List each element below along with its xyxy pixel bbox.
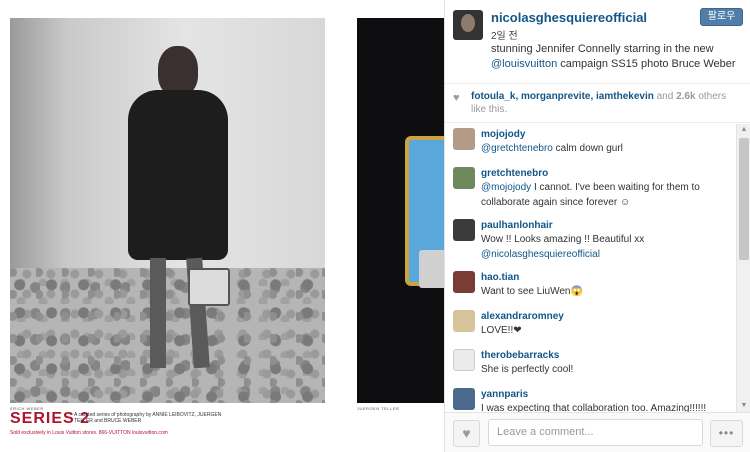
photographer-caption-right: JUERGEN TELLER — [357, 406, 400, 411]
comment-text: LOVE!!❤ — [481, 325, 522, 336]
commenter-avatar[interactable] — [453, 219, 475, 241]
comment-item: paulhanlonhair Wow !! Looks amazing !! B… — [445, 215, 735, 262]
likes-summary: ♥ fotoula_k, morganprevite, iamthekevin … — [445, 83, 750, 123]
comment-item: hao.tian Want to see LiuWen😱 — [445, 267, 735, 301]
comment-mention[interactable]: @nicolasghesquiereofficial — [481, 249, 600, 260]
commenter-username[interactable]: gretchtenebro — [481, 163, 735, 180]
comment-item: alexandraromney LOVE!!❤ — [445, 306, 735, 340]
caption-text: stunning Jennifer Connelly starring in t… — [491, 43, 714, 55]
series-footer: Sold exclusively in Louis Vuitton stores… — [10, 430, 168, 436]
post-side-panel: nicolasghesquiereofficial 팔로우 2일 전 stunn… — [444, 0, 750, 452]
scroll-up-arrow-icon[interactable]: ▲ — [737, 124, 750, 136]
more-options-button[interactable]: ••• — [710, 420, 743, 447]
comments-list[interactable]: mojojody @gretchtenebro calm down gurl g… — [445, 124, 735, 412]
comment-text: Want to see LiuWen😱 — [481, 286, 583, 297]
clutch-detail — [419, 250, 444, 288]
scroll-thumb[interactable] — [739, 138, 749, 260]
commenter-username[interactable]: therobebarracks — [481, 345, 735, 362]
likes-count[interactable]: 2.6k — [676, 91, 695, 102]
comment-text: @gretchtenebro calm down gurl — [481, 141, 735, 156]
comment-item: therobebarracks She is perfectly cool! — [445, 345, 735, 379]
ad-photo-left — [10, 18, 325, 403]
likes-and: and — [653, 91, 677, 102]
follow-button[interactable]: 팔로우 — [700, 8, 743, 26]
model-dress — [128, 90, 228, 260]
commenter-username[interactable]: paulhanlonhair — [481, 215, 735, 232]
comment-item: mojojody @gretchtenebro calm down gurl — [445, 124, 735, 158]
post-timestamp[interactable]: 2일 전 — [491, 27, 518, 42]
commenter-username[interactable]: mojojody — [481, 124, 735, 141]
model-handbag — [188, 268, 230, 306]
commenter-avatar[interactable] — [453, 167, 475, 189]
commenter-avatar[interactable] — [453, 349, 475, 371]
comment-body: calm down gurl — [552, 143, 623, 154]
series-description: A curated series of photography by ANNIE… — [74, 412, 222, 424]
comment-text: I was expecting that collaboration too. … — [481, 403, 707, 412]
comment-text: She is perfectly cool! — [481, 364, 574, 375]
more-options-icon: ••• — [718, 426, 735, 440]
caption-tail: campaign SS15 photo Bruce Weber — [557, 58, 736, 70]
commenter-username[interactable]: alexandraromney — [481, 306, 735, 323]
likers-list[interactable]: fotoula_k, morganprevite, iamthekevin — [471, 91, 654, 102]
comment-body: Wow !! Looks amazing !! Beautiful xx — [481, 234, 645, 245]
post-caption: stunning Jennifer Connelly starring in t… — [491, 42, 741, 72]
post-author-username[interactable]: nicolasghesquiereofficial — [491, 10, 647, 25]
heart-icon: ♥ — [453, 92, 460, 104]
caption-mention-link[interactable]: @louisvuitton — [491, 58, 557, 70]
commenter-username[interactable]: yannparis — [481, 384, 735, 401]
like-button[interactable]: ♥ — [453, 420, 480, 447]
model-head — [158, 46, 198, 96]
comment-mention[interactable]: @gretchtenebro — [481, 143, 553, 154]
post-author-avatar[interactable] — [453, 10, 483, 40]
ad-photo-right — [357, 18, 444, 403]
commenter-avatar[interactable] — [453, 271, 475, 293]
comment-input[interactable]: Leave a comment... — [488, 419, 703, 446]
commenter-avatar[interactable] — [453, 128, 475, 150]
instagram-post-viewer: ERICH WEBER SERIES 2 A curated series of… — [0, 0, 750, 452]
comment-mention[interactable]: @mojojody — [481, 182, 531, 193]
comments-scrollbar[interactable]: ▲ ▼ — [736, 124, 750, 412]
scroll-down-arrow-icon[interactable]: ▼ — [737, 400, 750, 412]
comment-text: Wow !! Looks amazing !! Beautiful xx @nic… — [481, 232, 735, 262]
post-header: nicolasghesquiereofficial 팔로우 2일 전 stunn… — [445, 0, 750, 83]
comment-footer: ♥ Leave a comment... ••• — [445, 412, 750, 452]
commenter-username[interactable]: hao.tian — [481, 267, 735, 284]
photo-ground — [10, 268, 325, 403]
comment-text: @mojojody I cannot. I've been waiting fo… — [481, 180, 735, 210]
commenter-avatar[interactable] — [453, 310, 475, 332]
heart-icon: ♥ — [462, 425, 471, 441]
post-photo[interactable]: ERICH WEBER SERIES 2 A curated series of… — [0, 0, 444, 452]
comment-item: yannparis I was expecting that collabora… — [445, 384, 735, 412]
model-leg-left — [150, 258, 166, 368]
comment-item: gretchtenebro @mojojody I cannot. I've b… — [445, 163, 735, 210]
commenter-avatar[interactable] — [453, 388, 475, 410]
